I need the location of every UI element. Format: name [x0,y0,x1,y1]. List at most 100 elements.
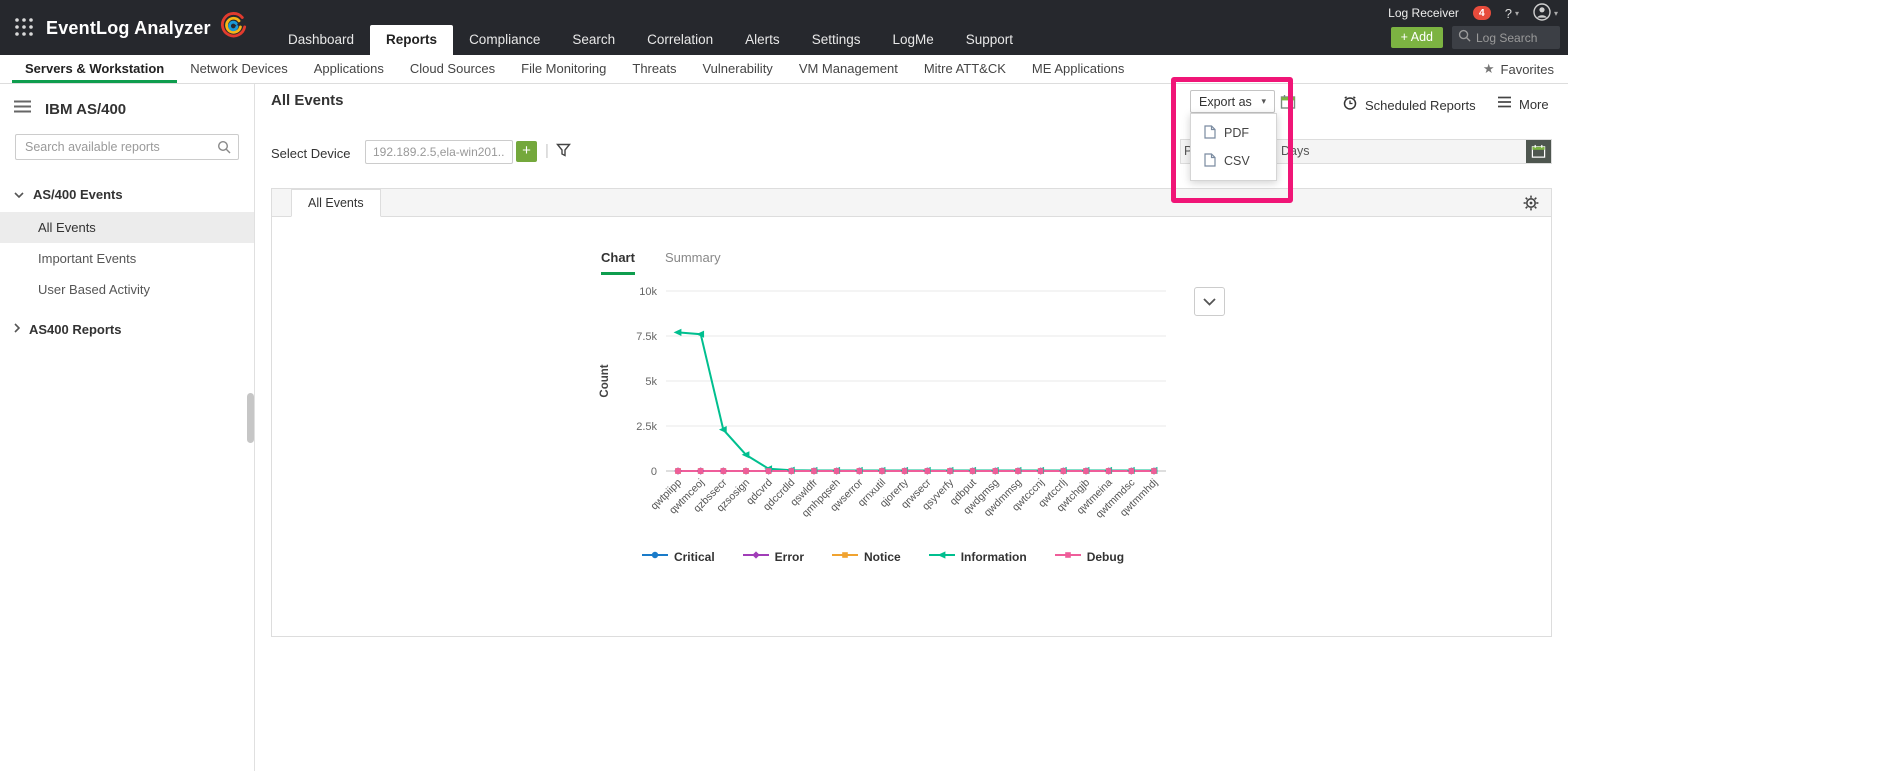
export-option-pdf[interactable]: PDF [1191,119,1276,147]
sidebar-item-all-events[interactable]: All Events [0,212,254,243]
alarm-clock-icon [1342,95,1358,116]
nav-item-correlation[interactable]: Correlation [631,25,729,55]
legend-item-debug[interactable]: Debug [1055,548,1124,566]
subnav-item-applications[interactable]: Applications [301,55,397,83]
star-icon: ★ [1483,61,1495,77]
notification-badge[interactable]: 4 [1473,6,1491,20]
user-avatar-icon [1533,3,1551,24]
legend-label: Information [961,550,1027,564]
hamburger-icon[interactable] [14,100,31,118]
sidebar-item-user-based-activity[interactable]: User Based Activity [0,274,254,305]
topbar-utility-row: Log Receiver 4 ? ▾ ▾ [1388,4,1558,22]
export-as-button[interactable]: Export as ▾ [1190,90,1275,113]
page-title: All Events [271,92,344,109]
subnav-item-threats[interactable]: Threats [619,55,689,83]
chart-legend: Critical Error Notice Information Debug [578,548,1188,566]
nav-item-support[interactable]: Support [950,25,1029,55]
sidebar: IBM AS/400 AS/400 Events All EventsImpor… [0,84,255,771]
legend-item-notice[interactable]: Notice [832,548,901,566]
device-input[interactable] [365,140,513,164]
subnav-item-network-devices[interactable]: Network Devices [177,55,301,83]
legend-item-critical[interactable]: Critical [642,548,715,566]
export-option-label: PDF [1224,126,1249,140]
svg-text:Count: Count [599,364,611,397]
events-line-chart: 02.5k5k7.5k10kCountqwtpiippqwtmceojqzbss… [578,282,1188,582]
help-icon: ? [1505,6,1512,21]
subnav-item-servers-workstation[interactable]: Servers & Workstation [12,55,177,83]
favorites-label: Favorites [1501,62,1554,77]
export-option-csv[interactable]: CSV [1191,147,1276,175]
svg-text:5k: 5k [645,376,657,388]
legend-marker-icon [1055,548,1081,566]
sidebar-search [15,134,239,160]
more-label: More [1519,97,1549,112]
sidebar-scrollbar[interactable] [247,393,254,443]
chart-view-tabs: Chart Summary [601,250,721,275]
reports-subnav: Servers & WorkstationNetwork DevicesAppl… [0,55,1568,84]
scheduled-reports-button[interactable]: Scheduled Reports [1342,95,1476,116]
log-receiver-link[interactable]: Log Receiver [1388,6,1459,20]
subnav-item-vm-management[interactable]: VM Management [786,55,911,83]
tree-group-as400-events[interactable]: AS/400 Events [0,176,254,212]
tab-summary[interactable]: Summary [665,250,721,275]
nav-item-compliance[interactable]: Compliance [453,25,556,55]
svg-text:10k: 10k [639,286,657,298]
legend-item-error[interactable]: Error [743,548,804,566]
log-search-input[interactable] [1476,31,1556,45]
logo-comet-icon [217,11,247,46]
log-search-box[interactable] [1452,26,1560,49]
filter-funnel-icon[interactable] [556,143,571,163]
favorites-button[interactable]: ★ Favorites [1483,55,1554,83]
nav-item-settings[interactable]: Settings [796,25,877,55]
user-menu[interactable]: ▾ [1533,3,1558,24]
app-logo[interactable]: EventLog Analyzer [46,11,247,46]
svg-text:2.5k: 2.5k [636,421,657,433]
legend-label: Debug [1087,550,1124,564]
add-device-button[interactable]: + [516,141,537,162]
nav-item-reports[interactable]: Reports [370,25,453,55]
document-icon [1204,125,1216,142]
gear-icon[interactable] [1523,195,1539,216]
top-bar: EventLog Analyzer DashboardReportsCompli… [0,0,1568,55]
subnav-item-file-monitoring[interactable]: File Monitoring [508,55,619,83]
svg-text:0: 0 [651,466,657,478]
chevron-right-icon [14,320,20,338]
primary-nav: DashboardReportsComplianceSearchCorrelat… [272,25,1029,55]
panel-tab-all-events[interactable]: All Events [291,189,381,217]
select-device-label: Select Device [271,146,350,161]
chevron-down-icon: ▾ [1261,96,1266,107]
legend-label: Error [775,550,804,564]
sidebar-item-important-events[interactable]: Important Events [0,243,254,274]
nav-item-logme[interactable]: LogMe [876,25,949,55]
tab-chart[interactable]: Chart [601,250,635,275]
nav-item-search[interactable]: Search [556,25,631,55]
legend-label: Critical [674,550,715,564]
legend-label: Notice [864,550,901,564]
more-button[interactable]: More [1497,95,1549,113]
chevron-down-icon: ▾ [1515,9,1519,18]
collapse-chart-button[interactable] [1194,287,1225,316]
tree-group-as400-reports[interactable]: AS400 Reports [0,311,254,347]
export-as-label: Export as [1199,95,1252,109]
help-menu[interactable]: ? ▾ [1505,6,1519,21]
subnav-item-vulnerability[interactable]: Vulnerability [689,55,785,83]
search-icon [217,140,231,159]
sidebar-header: IBM AS/400 [0,84,254,128]
apps-grid-icon[interactable] [13,16,35,43]
calendar-icon[interactable] [1280,94,1296,115]
report-search-input[interactable] [15,134,239,160]
tree-group-label: AS400 Reports [29,322,121,337]
legend-item-information[interactable]: Information [929,548,1027,566]
report-tree: AS/400 Events All EventsImportant Events… [0,176,254,347]
subnav-item-me-applications[interactable]: ME Applications [1019,55,1138,83]
add-button[interactable]: + Add [1391,27,1443,48]
nav-item-dashboard[interactable]: Dashboard [272,25,370,55]
subnav-item-mitre-att-ck[interactable]: Mitre ATT&CK [911,55,1019,83]
calendar-picker-button[interactable] [1526,140,1551,163]
period-text-fragment: Days [1281,144,1309,158]
legend-marker-icon [642,548,668,566]
subnav-item-cloud-sources[interactable]: Cloud Sources [397,55,508,83]
nav-item-alerts[interactable]: Alerts [729,25,796,55]
sidebar-title: IBM AS/400 [45,101,126,118]
tree-group-label: AS/400 Events [33,187,123,202]
